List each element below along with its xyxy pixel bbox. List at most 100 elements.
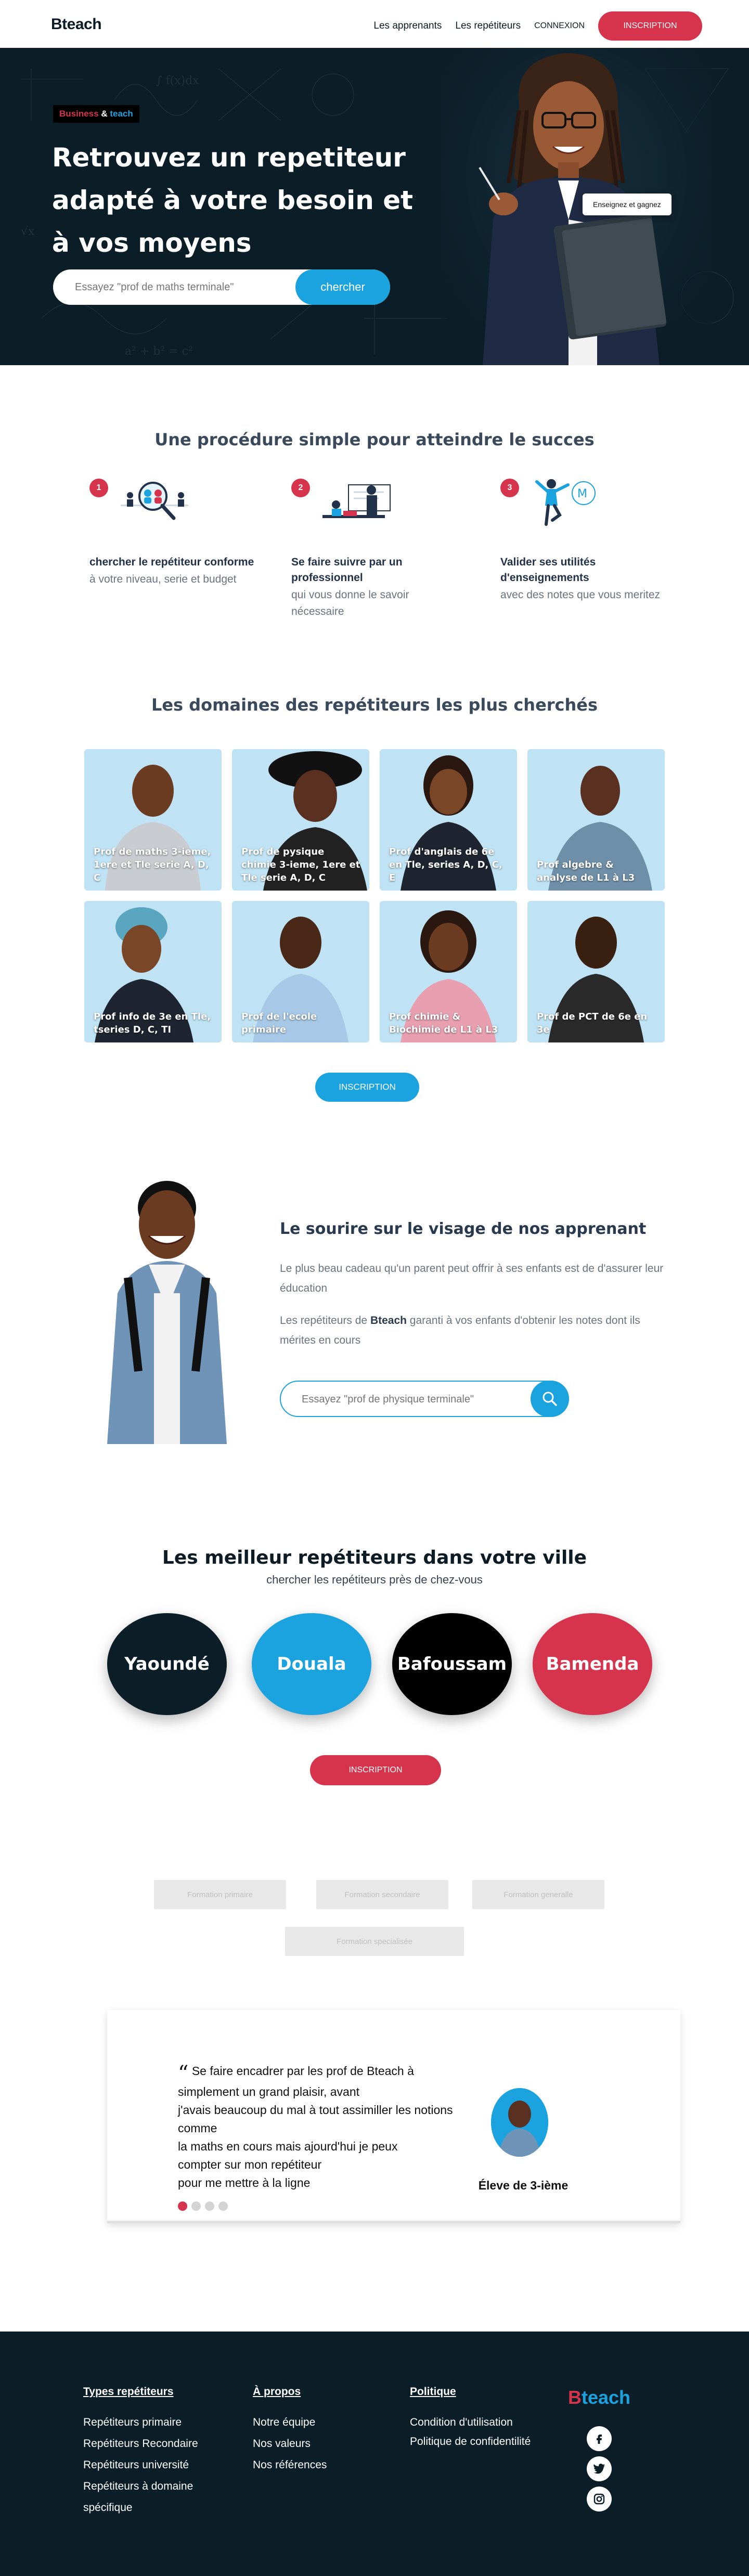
nav-link-apprenants[interactable]: Les apprenants [373, 20, 442, 32]
domaine-card[interactable]: Prof de l'ecole primaire [232, 901, 369, 1042]
footer-heading: À propos [253, 2386, 301, 2398]
hero-title: Retrouvez un repetiteur adapté à votre b… [52, 143, 414, 258]
footer-col-politique: Politique Condition d'utilisation Politi… [410, 2386, 545, 2451]
domaine-card-label: Prof de l'ecole primaire [241, 1011, 317, 1035]
domaines-title: Les domaines des repétiteurs les plus ch… [151, 695, 598, 715]
cities-title: Les meilleur repétiteurs dans votre vill… [162, 1547, 587, 1568]
footer-link[interactable]: Nos valeurs [253, 2433, 378, 2454]
carousel-dots [178, 2201, 228, 2211]
top-navbar: Bteach Les apprenants Les repétiteurs CO… [0, 0, 749, 48]
carousel-dot[interactable] [191, 2201, 201, 2211]
enseignez-tag[interactable]: Enseignez et gagnez [583, 194, 671, 215]
cities-inscription-button[interactable]: INSCRIPTION [310, 1755, 441, 1785]
domaine-card-label: Prof algebre & analyse de L1 à L3 [537, 859, 635, 883]
footer-link[interactable]: Notre équipe [253, 2412, 378, 2433]
carousel-dot[interactable] [205, 2201, 214, 2211]
city-douala[interactable]: Douala [252, 1613, 371, 1715]
step-heading: Valider ses utilités d'enseignements [500, 556, 596, 584]
inscription-button[interactable]: INSCRIPTION [598, 11, 702, 41]
smile-p2-before: Les repétiteurs de [280, 1315, 370, 1326]
svg-text:√x: √x [21, 225, 35, 238]
smile-paragraph-2: Les repétiteurs de Bteach garanti à vos … [280, 1311, 665, 1350]
testimonial-text: “ Se faire encadrer par les prof de Btea… [178, 2062, 459, 2192]
city-yaounde[interactable]: Yaoundé [107, 1613, 227, 1715]
hero-search-button[interactable]: chercher [295, 269, 390, 305]
smile-search-input[interactable] [302, 1391, 510, 1408]
page: Bteach Les apprenants Les repétiteurs CO… [0, 0, 749, 2576]
domaines-inscription-button[interactable]: INSCRIPTION [315, 1073, 419, 1102]
step-heading: chercher le repétiteur conforme [89, 556, 254, 568]
student-avatar-photo [491, 2088, 548, 2157]
step-heading: Se faire suivre par un professionnel [291, 556, 403, 584]
footer-link[interactable]: Nos références [253, 2454, 378, 2476]
footer: Types repétiteurs Repétiteurs primaire R… [0, 2332, 749, 2576]
smile-p2-brand: Bteach [370, 1315, 407, 1326]
tab-formation-generalle[interactable]: Formation generalle [472, 1880, 604, 1909]
footer-link[interactable]: Condition d'utilisation [410, 2412, 545, 2433]
footer-link[interactable]: Politique de confidentilité [410, 2433, 545, 2451]
domaine-card[interactable]: Prof info de 3e en Tle, tseries D, C, TI [84, 901, 222, 1042]
domaine-card[interactable]: Prof de PCT de 6e en 3e [527, 901, 665, 1042]
svg-text:∫ f(x)dx: ∫ f(x)dx [156, 74, 199, 87]
domaine-card-label: Prof de maths 3-ieme, 1ere et Tle serie … [94, 846, 211, 883]
footer-col-types: Types repétiteurs Repétiteurs primaire R… [83, 2386, 234, 2518]
testimonial-line: pour me mettre à la ligne [178, 2176, 311, 2189]
footer-link[interactable]: Repétiteurs Recondaire [83, 2433, 234, 2454]
footer-logo-b: B [568, 2387, 582, 2408]
avatar [491, 2088, 548, 2157]
city-bamenda[interactable]: Bamenda [533, 1613, 652, 1715]
domaine-card-label: Prof de pysique chimie 3-ieme, 1ere et T… [241, 846, 360, 883]
quote-mark: “ [178, 2062, 189, 2085]
footer-link[interactable]: Repétiteurs université [83, 2454, 234, 2476]
facebook-glyph [597, 2435, 602, 2444]
footer-link[interactable]: Repétiteurs primaire [83, 2412, 234, 2433]
search-icon [543, 1392, 557, 1406]
hero-banner: ∫ f(x)dx π r² a² + b² = c² Σ n √x E = mc… [0, 48, 749, 365]
footer-heading: Types repétiteurs [83, 2386, 174, 2398]
tutoring-illustration [322, 484, 391, 518]
footer-brand-logo[interactable]: Bteach [568, 2387, 630, 2408]
procedure-title: Une procédure simple pour atteindre le s… [154, 430, 595, 449]
domaine-card[interactable]: Prof d'anglais de 6e en Tle, series A, D… [380, 749, 517, 891]
tab-formation-secondaire[interactable]: Formation secondaire [316, 1880, 448, 1909]
domaine-card[interactable]: Prof de maths 3-ieme, 1ere et Tle serie … [84, 749, 222, 891]
domaine-card[interactable]: Prof de pysique chimie 3-ieme, 1ere et T… [232, 749, 369, 891]
step-description: à votre niveau, serie et budget [89, 573, 237, 585]
cities-subtitle: chercher les repétiteurs près de chez-vo… [266, 1573, 483, 1586]
smile-paragraph-1: Le plus beau cadeau qu'un parent peut of… [280, 1263, 664, 1294]
instagram-icon[interactable] [587, 2487, 612, 2511]
tab-formation-specialisee[interactable]: Formation specialisée [285, 1927, 464, 1956]
svg-text:M: M [577, 487, 587, 500]
city-bafoussam[interactable]: Bafoussam [392, 1613, 512, 1715]
tab-formation-primaire[interactable]: Formation primaire [154, 1880, 286, 1909]
footer-col-apropos: À propos Notre équipe Nos valeurs Nos ré… [253, 2386, 378, 2476]
instagram-glyph [593, 2493, 605, 2505]
hero-search-bar: chercher [53, 269, 390, 305]
twitter-icon[interactable] [587, 2456, 612, 2481]
footer-link[interactable]: Repétiteurs à domaine spécifique [83, 2476, 234, 2518]
step-description: avec des notes que vous meritez [500, 589, 661, 601]
svg-text:a² + b² = c²: a² + b² = c² [125, 345, 193, 358]
footer-heading: Politique [410, 2386, 456, 2398]
success-illustration: M [535, 479, 596, 526]
domaine-card[interactable]: Prof chimie & Biochimie de L1 à L3 [380, 901, 517, 1042]
domaine-card-label: Prof d'anglais de 6e en Tle, series A, D… [389, 846, 502, 883]
twitter-glyph [593, 2464, 605, 2474]
testimonial-line: j'avais beaucoup du mal à tout assimille… [178, 2103, 453, 2135]
smile-search-button[interactable] [531, 1381, 569, 1417]
domaine-card[interactable]: Prof algebre & analyse de L1 à L3 [527, 749, 665, 891]
connexion-link[interactable]: CONNEXION [534, 21, 585, 31]
hero-search-input[interactable] [75, 279, 293, 295]
testimonial-line: simplement un grand plaisir, avant [178, 2085, 360, 2098]
carousel-dot[interactable] [218, 2201, 228, 2211]
domaine-card-label: Prof chimie & Biochimie de L1 à L3 [389, 1011, 498, 1035]
nav-link-repetiteurs[interactable]: Les repétiteurs [455, 20, 521, 32]
brand-logo[interactable]: Bteach [51, 16, 102, 33]
testimonial-line: la maths en cours mais ajourd'hui je peu… [178, 2140, 398, 2153]
facebook-icon[interactable] [587, 2426, 612, 2451]
smile-title: Le sourire sur le visage de nos apprenan… [280, 1220, 647, 1238]
smiling-student-photo [107, 1181, 227, 1444]
domaine-card-label: Prof info de 3e en Tle, tseries D, C, TI [94, 1011, 211, 1035]
carousel-dot[interactable] [178, 2201, 187, 2211]
domaine-card-label: Prof de PCT de 6e en 3e [537, 1011, 648, 1035]
